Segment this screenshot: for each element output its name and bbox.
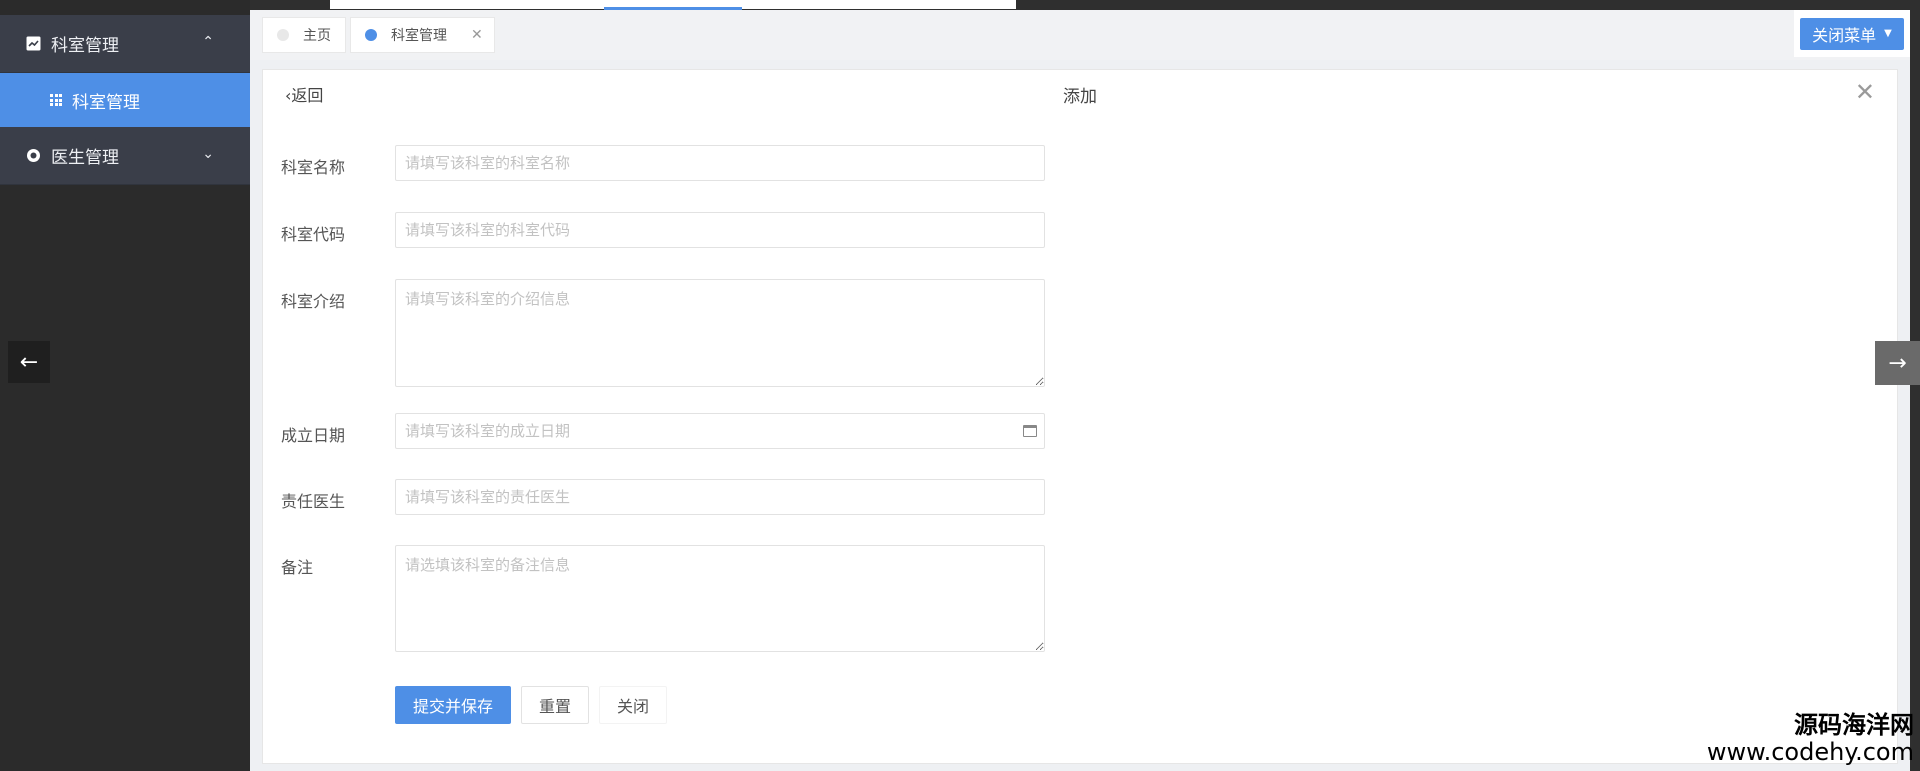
watermark-en: www.codehy.com (1706, 738, 1914, 767)
arrow-left-icon[interactable]: ← (8, 341, 50, 383)
notes-textarea[interactable] (395, 545, 1045, 652)
field-label-doctor: 责任医生 (281, 492, 346, 511)
sidebar-group-label: 医生管理 (51, 148, 119, 168)
department-name-input[interactable] (395, 145, 1045, 181)
field-label-notes: 备注 (281, 558, 314, 577)
tab-label: 科室管理 (391, 28, 447, 44)
department-code-input[interactable] (395, 212, 1045, 248)
panel-title: 添加 (1063, 87, 1097, 107)
sidebar: 科室管理 ⌃ 科室管理 医生管理 ⌄ (0, 0, 250, 771)
close-menu-label: 关闭菜单 (1812, 25, 1877, 45)
close-icon[interactable]: ✕ (1855, 78, 1875, 106)
sidebar-group-doctor[interactable]: 医生管理 ⌄ (0, 127, 250, 185)
chevron-up-icon: ⌃ (202, 34, 214, 50)
tab-dot-icon (277, 29, 289, 41)
field-label-date: 成立日期 (281, 426, 346, 445)
field-label-code: 科室代码 (281, 225, 346, 244)
caret-down-icon: ▼ (1884, 28, 1892, 39)
tab-bar: 主页 科室管理 ✕ 关闭菜单 ▼ (250, 10, 1910, 60)
established-date-input[interactable] (395, 413, 1045, 449)
add-dialog-panel: ‹返回 添加 ✕ 科室名称 科室代码 科室介绍 成立日期 责任医生 备注 提交并… (262, 69, 1898, 764)
grid-icon (50, 94, 62, 106)
sidebar-group-department[interactable]: 科室管理 ⌃ (0, 15, 250, 73)
tab-department[interactable]: 科室管理 ✕ (350, 17, 495, 53)
reset-button[interactable]: 重置 (521, 686, 589, 724)
main-area: 主页 科室管理 ✕ 关闭菜单 ▼ ‹返回 添加 ✕ 科室名称 科室代码 (250, 10, 1910, 771)
arrow-right-icon[interactable]: → (1875, 341, 1920, 385)
chart-icon (26, 36, 41, 51)
close-menu-wrapper: 关闭菜单 ▼ (1794, 10, 1910, 57)
close-icon[interactable]: ✕ (471, 27, 483, 43)
watermark: 源码海洋网 www.codehy.com (1706, 710, 1914, 767)
sidebar-item-department-manage[interactable]: 科室管理 (0, 73, 250, 127)
calendar-icon[interactable] (1023, 425, 1037, 437)
tab-dot-icon (365, 29, 377, 41)
sidebar-item-label: 科室管理 (72, 92, 140, 113)
panel-header: ‹返回 添加 ✕ (263, 70, 1897, 118)
responsible-doctor-input[interactable] (395, 479, 1045, 515)
submit-save-button[interactable]: 提交并保存 (395, 686, 511, 724)
tab-home[interactable]: 主页 (262, 17, 346, 53)
field-label-intro: 科室介绍 (281, 292, 346, 311)
tab-label: 主页 (303, 28, 331, 44)
sidebar-group-label: 科室管理 (51, 36, 119, 56)
field-label-name: 科室名称 (281, 158, 346, 177)
doctor-icon (26, 148, 41, 163)
department-intro-textarea[interactable] (395, 279, 1045, 387)
close-button[interactable]: 关闭 (599, 686, 667, 724)
chevron-down-icon: ⌄ (202, 146, 214, 162)
watermark-cn: 源码海洋网 (1794, 710, 1914, 739)
close-menu-button[interactable]: 关闭菜单 ▼ (1800, 17, 1904, 50)
